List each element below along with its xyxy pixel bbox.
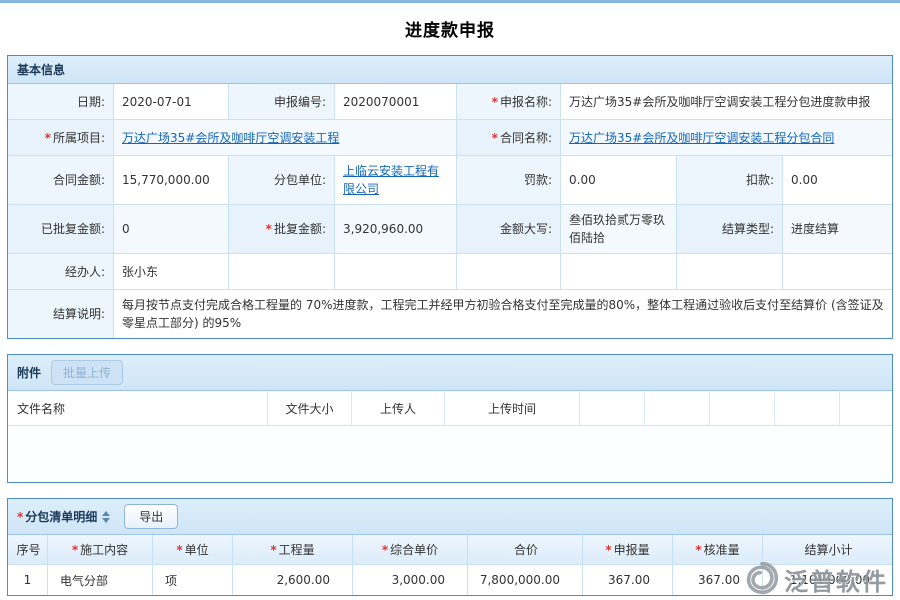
attachments-panel: 附件 批量上传 文件名称 文件大小 上传人 上传时间 — [7, 354, 893, 483]
sort-icon[interactable] — [102, 511, 110, 523]
approved-label: *批复金额: — [229, 205, 335, 254]
export-button[interactable]: 导出 — [124, 504, 178, 529]
project-value: 万达广场35#会所及咖啡厅空调安装工程 — [114, 120, 457, 156]
contract-amount-value: 15,770,000.00 — [114, 156, 229, 205]
amount-words-label: 金额大写: — [457, 205, 561, 254]
declare-no-label: 申报编号: — [229, 84, 335, 120]
attachments-col-empty — [775, 391, 840, 426]
detail-header: * 分包清单明细 导出 — [8, 499, 892, 535]
cell-content: 电气分部 — [48, 565, 153, 595]
detail-col-subtotal: 结算小计 — [763, 535, 892, 565]
detail-col-total-price: 合价 — [468, 535, 583, 565]
attachments-col-filename: 文件名称 — [8, 391, 268, 426]
attachments-col-empty — [580, 391, 645, 426]
attachments-header: 附件 批量上传 — [8, 355, 892, 391]
date-label: 日期: — [8, 84, 114, 120]
detail-col-approved: *核准量 — [673, 535, 763, 565]
empty-cell — [457, 254, 561, 290]
detail-col-declared: *申报量 — [583, 535, 673, 565]
attachments-col-filesize: 文件大小 — [268, 391, 352, 426]
empty-cell — [229, 254, 335, 290]
attachments-col-uploader: 上传人 — [352, 391, 445, 426]
sub-unit-value: 上临云安装工程有限公司 — [335, 156, 457, 205]
deduction-label: 扣款: — [677, 156, 783, 205]
sub-unit-link[interactable]: 上临云安装工程有限公司 — [343, 162, 448, 198]
basic-info-panel: 基本信息 日期: 2020-07-01 申报编号: 2020070001 *申报… — [7, 55, 893, 339]
deduction-value: 0.00 — [783, 156, 892, 205]
detail-col-unit-price: *综合单价 — [353, 535, 468, 565]
declare-no-value: 2020070001 — [335, 84, 457, 120]
cell-seq: 1 — [8, 565, 48, 595]
cell-declared: 367.00 — [583, 565, 673, 595]
detail-table-header: 序号 *施工内容 *单位 *工程量 *综合单价 合价 *申报量 *核准量 结算小… — [8, 535, 892, 565]
empty-cell — [335, 254, 457, 290]
settle-type-label: 结算类型: — [677, 205, 783, 254]
cell-total-price: 7,800,000.00 — [468, 565, 583, 595]
attachments-empty-area — [8, 426, 892, 482]
table-row: 1 电气分部 项 2,600.00 3,000.00 7,800,000.00 … — [8, 565, 892, 595]
basic-info-header: 基本信息 — [8, 56, 892, 84]
settle-note-label: 结算说明: — [8, 290, 114, 338]
approved-value: 3,920,960.00 — [335, 205, 457, 254]
contract-name-label: *合同名称: — [457, 120, 561, 156]
basic-info-grid: 日期: 2020-07-01 申报编号: 2020070001 *申报名称: 万… — [8, 84, 892, 338]
settle-note-value: 每月按节点支付完成合格工程量的 70%进度款，工程完工并经甲方初验合格支付至完成… — [114, 290, 892, 338]
empty-cell — [783, 254, 892, 290]
detail-col-unit: *单位 — [153, 535, 233, 565]
contract-link[interactable]: 万达广场35#会所及咖啡厅空调安装工程分包合同 — [569, 129, 834, 147]
attachments-table-header: 文件名称 文件大小 上传人 上传时间 — [8, 391, 892, 426]
empty-cell — [677, 254, 783, 290]
cell-approved: 367.00 — [673, 565, 763, 595]
approved-done-value: 0 — [114, 205, 229, 254]
batch-upload-button[interactable]: 批量上传 — [51, 360, 123, 385]
project-label: *所属项目: — [8, 120, 114, 156]
declare-name-label: *申报名称: — [457, 84, 561, 120]
cell-unit-price: 3,000.00 — [353, 565, 468, 595]
cell-unit: 项 — [153, 565, 233, 595]
operator-value: 张小东 — [114, 254, 229, 290]
cell-subtotal: 1,101,000.00 — [763, 565, 892, 595]
settle-type-value: 进度结算 — [783, 205, 892, 254]
page: 进度款申报 基本信息 日期: 2020-07-01 申报编号: 20200700… — [0, 3, 900, 600]
contract-name-value: 万达广场35#会所及咖啡厅空调安装工程分包合同 — [561, 120, 892, 156]
detail-col-content: *施工内容 — [48, 535, 153, 565]
penalty-value: 0.00 — [561, 156, 677, 205]
attachments-col-uploadtime: 上传时间 — [445, 391, 580, 426]
sub-unit-label: 分包单位: — [229, 156, 335, 205]
attachments-col-empty — [840, 391, 892, 426]
detail-title: 分包清单明细 — [25, 508, 97, 525]
attachments-col-empty — [645, 391, 710, 426]
date-value: 2020-07-01 — [114, 84, 229, 120]
operator-label: 经办人: — [8, 254, 114, 290]
detail-col-seq: 序号 — [8, 535, 48, 565]
penalty-label: 罚款: — [457, 156, 561, 205]
contract-amount-label: 合同金额: — [8, 156, 114, 205]
attachments-title: 附件 — [17, 364, 41, 381]
basic-info-title: 基本信息 — [17, 61, 65, 78]
amount-words-value: 叁佰玖拾贰万零玖佰陆拾 — [561, 205, 677, 254]
detail-panel: * 分包清单明细 导出 序号 *施工内容 *单位 *工程量 *综合单价 合价 *… — [7, 498, 893, 596]
page-title: 进度款申报 — [7, 3, 893, 55]
approved-done-label: 已批复金额: — [8, 205, 114, 254]
declare-name-value: 万达广场35#会所及咖啡厅空调安装工程分包进度款申报 — [561, 84, 892, 120]
attachments-col-empty — [710, 391, 775, 426]
cell-quantity: 2,600.00 — [233, 565, 353, 595]
detail-col-quantity: *工程量 — [233, 535, 353, 565]
project-link[interactable]: 万达广场35#会所及咖啡厅空调安装工程 — [122, 129, 339, 147]
empty-cell — [561, 254, 677, 290]
